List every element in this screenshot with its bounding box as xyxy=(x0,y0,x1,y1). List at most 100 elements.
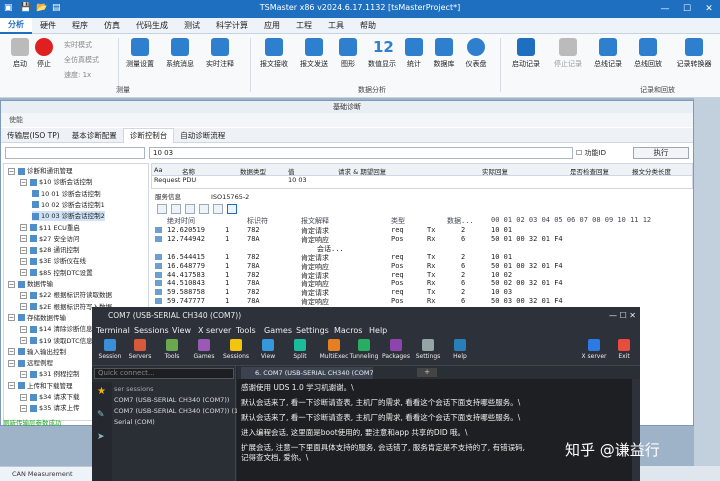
tree-item[interactable]: − 数据传输 xyxy=(8,279,53,289)
tree-item[interactable]: 10 02 诊断会话控制1 xyxy=(32,200,105,210)
msg-receive-button[interactable]: 报文接收 xyxy=(254,38,294,69)
moba-menu-xserver[interactable]: X server xyxy=(198,324,231,338)
record-stop-button[interactable]: 停止记录 xyxy=(548,38,588,69)
expand-icon[interactable]: − xyxy=(8,314,15,322)
measure-setup-button[interactable]: 测量设置 xyxy=(120,38,160,69)
bus-record-button[interactable]: 总线记录 xyxy=(588,38,628,69)
expand-icon[interactable]: − xyxy=(20,303,27,311)
grid-icon[interactable] xyxy=(199,204,209,214)
star-icon[interactable]: ★ xyxy=(97,386,106,397)
tree-item[interactable]: − $22 根据标识符读取数据 xyxy=(20,290,112,300)
grid-row-name[interactable]: Request PDU xyxy=(154,176,196,184)
moba-tool-settings[interactable]: Settings xyxy=(410,339,446,360)
tree-item[interactable]: − $14 清除诊断信息 xyxy=(20,324,92,334)
maximize-button[interactable]: ☐ xyxy=(676,0,698,18)
moba-menu-terminal[interactable]: Terminal xyxy=(96,324,130,338)
menu-hardware[interactable]: 硬件 xyxy=(32,20,64,31)
moba-menu-games[interactable]: Games xyxy=(264,324,292,338)
expand-icon[interactable]: − xyxy=(20,246,27,254)
tree-item[interactable]: − 诊断和通讯管理 xyxy=(8,166,73,176)
menu-codegen[interactable]: 代码生成 xyxy=(128,20,176,31)
moba-tool-exit[interactable]: Exit xyxy=(606,339,642,360)
tree-view-icon[interactable] xyxy=(227,204,237,214)
expand-icon[interactable]: − xyxy=(20,337,27,344)
quick-connect-input[interactable]: Quick connect... xyxy=(94,368,234,379)
tree-item[interactable]: − 存储数据传输 xyxy=(8,313,66,323)
expand-icon[interactable]: − xyxy=(8,280,15,288)
moba-tool-tunneling[interactable]: Tunneling xyxy=(346,339,382,360)
expand-icon[interactable]: − xyxy=(20,370,27,378)
menu-tools[interactable]: 工具 xyxy=(320,20,352,31)
menu-apps[interactable]: 应用 xyxy=(256,20,288,31)
moba-tool-games[interactable]: Games xyxy=(186,339,222,360)
list-view-icon[interactable] xyxy=(213,204,223,214)
moba-menu-view[interactable]: View xyxy=(172,324,191,338)
grid-row-value[interactable]: 10 03 xyxy=(288,176,307,184)
expand-icon[interactable]: − xyxy=(20,235,27,243)
expand-icon[interactable]: − xyxy=(20,325,27,333)
tree-item[interactable]: − $3E 诊断仪在线 xyxy=(20,256,86,266)
expand-icon[interactable]: − xyxy=(20,404,27,412)
log-row[interactable]: 16.544415 1 782 肯定请求 req Tx 2 10 01 xyxy=(151,253,693,262)
expand-icon[interactable]: − xyxy=(20,178,27,186)
tree-item[interactable]: − $19 读取DTC信息 xyxy=(20,336,93,346)
expand-icon[interactable]: − xyxy=(20,269,27,277)
fullsim-mode[interactable]: 全仿真模式 xyxy=(64,55,99,65)
session-serial[interactable]: Serial (COM) xyxy=(114,418,155,426)
terminal-tab[interactable]: 6. COM7 (USB-SERIAL CH340 (COM7)) xyxy=(241,367,373,379)
terminal-scrollbar[interactable] xyxy=(632,379,640,481)
log-row[interactable]: 16.648779 1 78A 肯定响应 Pos Rx 6 50 01 00 32 01 F4 xyxy=(151,262,693,271)
service-select[interactable] xyxy=(5,147,145,159)
clear-icon[interactable] xyxy=(171,204,181,214)
tree-item[interactable]: − $27 安全访问 xyxy=(20,234,79,244)
tools-icon[interactable]: ✎ xyxy=(97,410,105,420)
tree-item[interactable]: − $35 请求上传 xyxy=(20,403,79,413)
expand-icon[interactable]: − xyxy=(20,291,27,299)
session-com7[interactable]: COM7 (USB-SERIAL CH340 (COM7)) xyxy=(114,396,229,404)
moba-menu-macros[interactable]: Macros xyxy=(334,324,362,338)
tree-item[interactable]: − $10 诊断会话控制 xyxy=(20,177,92,187)
enable-toggle[interactable]: 使能 xyxy=(9,116,23,124)
menu-test[interactable]: 测试 xyxy=(176,20,208,31)
expand-icon[interactable]: − xyxy=(20,257,27,265)
moba-tool-servers[interactable]: Servers xyxy=(122,339,158,360)
tree-item[interactable]: − 远程例程 xyxy=(8,358,53,368)
log-row[interactable]: 44.510843 1 78A 肯定响应 Pos Rx 6 50 02 00 32 01 F4 xyxy=(151,279,693,288)
expand-icon[interactable]: − xyxy=(8,348,15,356)
session-com7-1[interactable]: COM7 (USB-SERIAL CH340 (COM7)) (1) xyxy=(114,407,241,415)
tree-item[interactable]: − $28 通讯控制 xyxy=(20,245,79,255)
tree-item[interactable]: 10 03 诊断会话控制2 xyxy=(32,211,105,222)
tree-item[interactable]: − $31 例程控制 xyxy=(20,369,79,379)
dashboard-button[interactable]: 仪表盘 xyxy=(456,38,496,69)
moba-tool-view[interactable]: View xyxy=(250,339,286,360)
speed-setting[interactable]: 速度: 1x xyxy=(64,70,91,80)
minimize-button[interactable]: — xyxy=(654,0,676,18)
log-row[interactable]: 59.747777 1 78A 肯定响应 Pos Rx 6 50 03 00 32 01 F4 xyxy=(151,297,693,306)
moba-menu-sessions[interactable]: Sessions xyxy=(134,324,169,338)
tree-item[interactable]: − 上传和下载管理 xyxy=(8,381,73,391)
tab-auto-flow[interactable]: 自动诊断流程 xyxy=(174,130,231,141)
tab-transport-layer[interactable]: 传输层(ISO TP) xyxy=(1,130,66,141)
menu-simulation[interactable]: 仿真 xyxy=(96,20,128,31)
log-row[interactable]: 59.588758 1 782 肯定请求 req Tx 2 10 03 xyxy=(151,288,693,297)
log-convert-button[interactable]: 记录转换器 xyxy=(674,38,714,69)
realtime-mode[interactable]: 实时模式 xyxy=(64,40,92,50)
realtime-note-button[interactable]: 实时注释 xyxy=(200,38,240,69)
tree-item[interactable]: − $11 ECU重启 xyxy=(20,223,80,233)
menu-analysis[interactable]: 分析 xyxy=(0,17,32,34)
moba-tool-split[interactable]: Split xyxy=(282,339,318,360)
tab-diag-console[interactable]: 诊断控制台 xyxy=(122,127,175,143)
moba-menu-help[interactable]: Help xyxy=(369,324,387,338)
send-icon[interactable]: ➤ xyxy=(97,432,105,442)
request-input[interactable]: 10 03 xyxy=(149,147,573,159)
close-button[interactable]: ✕ xyxy=(698,0,720,18)
tab-basic-config[interactable]: 基本诊断配置 xyxy=(66,130,123,141)
log-row[interactable]: 会话... xyxy=(151,244,693,253)
moba-tool-tools[interactable]: Tools xyxy=(154,339,190,360)
bus-replay-button[interactable]: 总线回放 xyxy=(628,38,668,69)
menu-scientific[interactable]: 科学计算 xyxy=(208,20,256,31)
system-message-button[interactable]: 系统消息 xyxy=(160,38,200,69)
record-start-button[interactable]: 启动记录 xyxy=(506,38,546,69)
tab-iso15765[interactable]: ISO15765-2 xyxy=(211,191,249,203)
moba-window-controls[interactable]: — ☐ ✕ xyxy=(609,307,636,324)
